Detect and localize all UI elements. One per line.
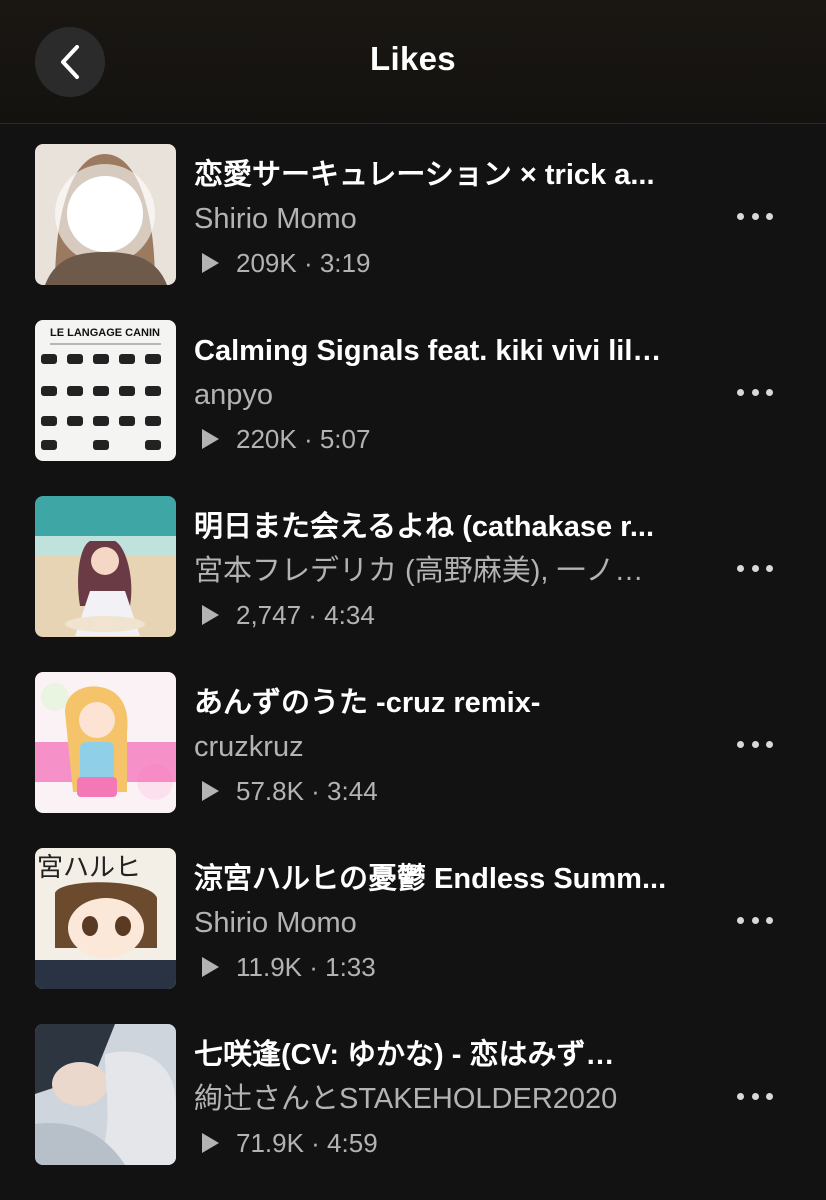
more-options-icon[interactable] [737,729,773,759]
artwork-text: LE LANGAGE CANIN [50,327,160,339]
play-icon [202,781,219,801]
play-icon [202,605,219,625]
play-count-duration: 11.9K · 1:33 [236,951,376,982]
track-row[interactable]: 明日また会えるよね (cathakase r... 宮本フレデリカ (高野麻美)… [0,476,826,652]
track-artwork [35,496,176,637]
track-artist[interactable]: cruzkruz [194,729,694,765]
track-row[interactable]: 七咲逢(CV: ゆかな) - 恋はみず… 絢辻さんとSTAKEHOLDER202… [0,1004,826,1180]
header: Likes [0,0,826,124]
track-stats: 209K · 3:19 [200,248,370,278]
play-count-duration: 209K · 3:19 [236,247,371,278]
track-stats: 11.9K · 1:33 [200,952,376,982]
track-artwork: LE LANGAGE CANIN [35,320,176,461]
track-artist[interactable]: 絢辻さんとSTAKEHOLDER2020 [194,1081,694,1117]
track-title: 明日また会えるよね (cathakase r... [194,511,655,543]
track-artwork [35,672,176,813]
play-icon [202,1133,219,1153]
track-stats: 57.8K · 3:44 [200,776,378,806]
track-title: Calming Signals feat. kiki vivi lil… [194,335,662,367]
play-icon [202,253,219,273]
track-artwork: 宮ハルヒ [35,848,176,989]
play-count-duration: 57.8K · 3:44 [236,775,378,806]
track-title: 七咲逢(CV: ゆかな) - 恋はみず… [194,1039,615,1071]
more-options-icon[interactable] [737,201,773,231]
track-artist[interactable]: 宮本フレデリカ (高野麻美), 一ノ… [194,553,694,589]
track-artwork [35,1024,176,1165]
more-options-icon[interactable] [737,553,773,583]
track-title: 涼宮ハルヒの憂鬱 Endless Summ... [194,863,667,895]
track-row[interactable]: LE LANGAGE CANIN Calming Signals feat. k… [0,300,826,476]
more-options-icon[interactable] [737,377,773,407]
page-title: Likes [370,40,456,77]
track-title: あんずのうた -cruz remix- [194,687,541,719]
track-row[interactable]: あんずのうた -cruz remix- cruzkruz 57.8K · 3:4… [0,652,826,828]
track-artist[interactable]: anpyo [194,377,694,413]
track-stats: 2,747 · 4:34 [200,600,375,630]
track-title: 恋愛サーキュレーション × trick a... [194,159,655,191]
track-row[interactable]: 宮ハルヒ 涼宮ハルヒの憂鬱 Endless Summ... Shirio Mom… [0,828,826,1004]
play-count-duration: 220K · 5:07 [236,423,371,454]
play-icon [202,429,219,449]
track-artwork [35,144,176,285]
track-row[interactable]: 恋愛サーキュレーション × trick a... Shirio Momo 209… [0,124,826,300]
track-stats: 220K · 5:07 [200,424,370,454]
play-count-duration: 2,747 · 4:34 [236,599,375,630]
more-options-icon[interactable] [737,1081,773,1111]
track-artist[interactable]: Shirio Momo [194,201,694,237]
track-stats: 71.9K · 4:59 [200,1128,378,1158]
artwork-text: 宮ハルヒ [37,853,141,883]
track-artist[interactable]: Shirio Momo [194,905,694,941]
more-options-icon[interactable] [737,905,773,935]
play-icon [202,957,219,977]
play-count-duration: 71.9K · 4:59 [236,1127,378,1158]
